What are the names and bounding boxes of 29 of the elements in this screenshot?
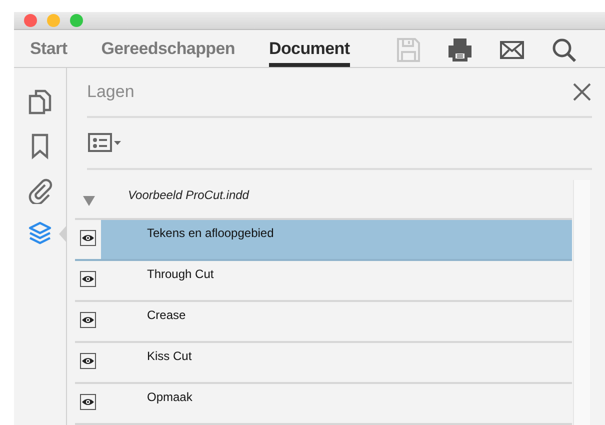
window-close-button[interactable] (24, 14, 37, 27)
selected-row-highlight[interactable]: Tekens en afloopgebied (101, 220, 572, 259)
close-button[interactable] (572, 82, 592, 102)
eye-icon (82, 398, 94, 406)
visibility-toggle[interactable] (80, 271, 96, 287)
visibility-toggle[interactable] (80, 353, 96, 369)
eye-icon (82, 234, 94, 242)
scrollbar-track[interactable] (573, 180, 590, 425)
print-icon[interactable] (446, 36, 474, 64)
expand-toggle[interactable] (82, 195, 96, 207)
tree-item-label: Voorbeeld ProCut.indd (128, 188, 249, 202)
options-menu-button[interactable] (87, 132, 123, 154)
layer-label[interactable]: Kiss Cut (147, 349, 192, 382)
pages-icon[interactable] (27, 88, 53, 116)
visibility-toggle[interactable] (80, 312, 96, 328)
visibility-toggle[interactable] (80, 230, 96, 246)
layer-label[interactable]: Opmaak (147, 390, 192, 423)
layer-label[interactable]: Crease (147, 308, 186, 341)
layer-label[interactable]: Tekens en afloopgebied (147, 226, 274, 259)
eye-icon (82, 357, 94, 365)
tab[interactable]: Gereedschappen (101, 30, 235, 67)
tab[interactable]: Start (30, 30, 68, 67)
eye-icon (82, 275, 94, 283)
eye-icon (82, 316, 94, 324)
tab[interactable]: Document (268, 30, 350, 67)
visibility-toggle[interactable] (80, 394, 96, 410)
paperclip-icon[interactable] (27, 176, 53, 204)
layer-label[interactable]: Through Cut (147, 267, 214, 300)
panel-title: Lagen (87, 82, 134, 102)
